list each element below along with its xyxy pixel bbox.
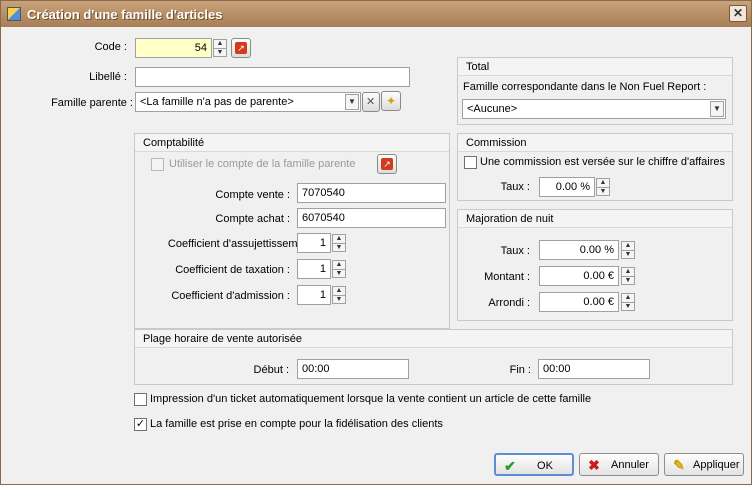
majoration-montant-input[interactable]: 0.00 € xyxy=(539,266,619,286)
spin-down-icon[interactable]: ▼ xyxy=(597,187,609,195)
commission-taux-stepper[interactable]: ▲ ▼ xyxy=(596,178,610,196)
total-title: Total xyxy=(458,58,732,76)
code-action-button[interactable]: ↗ xyxy=(231,38,251,58)
plage-title: Plage horaire de vente autorisée xyxy=(135,330,732,348)
spin-down-icon[interactable]: ▼ xyxy=(333,269,345,277)
code-input[interactable]: 54 xyxy=(135,38,212,58)
spin-up-icon[interactable]: ▲ xyxy=(333,235,345,243)
pin-icon: ↗ xyxy=(381,158,393,170)
commission-checkbox[interactable] xyxy=(464,156,477,169)
wand-button[interactable]: ✦ xyxy=(381,91,401,111)
code-label: Code : xyxy=(94,41,127,53)
majoration-arrondi-label: Arrondi : xyxy=(488,297,530,309)
window-title: Création d'une famille d'articles xyxy=(27,7,223,22)
compte-achat-label: Compte achat : xyxy=(215,213,290,225)
total-group: Total Famille correspondante dans le Non… xyxy=(457,57,733,125)
commission-taux-input[interactable]: 0.00 % xyxy=(539,177,595,197)
commission-title: Commission xyxy=(458,134,732,152)
coef-assujettissement-label: Coefficient d'assujettissement : xyxy=(167,238,319,250)
majoration-group: Majoration de nuit Taux : 0.00 % ▲ ▼ Mon… xyxy=(457,209,733,321)
comptabilite-action-button[interactable]: ↗ xyxy=(377,154,397,174)
famille-parente-select[interactable]: <La famille n'a pas de parente> xyxy=(135,92,361,112)
wand-icon: ✦ xyxy=(386,94,397,108)
title-bar[interactable]: Création d'une famille d'articles ✕ xyxy=(1,1,751,27)
dialog-content: Code : 54 ▲ ▼ ↗ Libellé : Famille parent… xyxy=(1,27,751,484)
coef-taxation-input[interactable]: 1 xyxy=(297,259,331,279)
clear-icon: ✕ xyxy=(366,96,376,108)
fidelisation-checkbox[interactable]: ✓ xyxy=(134,418,147,431)
majoration-montant-label: Montant : xyxy=(484,271,530,283)
majoration-arrondi-stepper[interactable]: ▲ ▼ xyxy=(621,293,635,311)
app-icon xyxy=(7,7,21,21)
spin-up-icon[interactable]: ▲ xyxy=(622,294,634,302)
annuler-label: Annuler xyxy=(611,459,649,471)
plage-horaire-group: Plage horaire de vente autorisée Début :… xyxy=(134,329,733,385)
fidelisation-label: La famille est prise en compte pour la f… xyxy=(150,418,443,430)
majoration-arrondi-input[interactable]: 0.00 € xyxy=(539,292,619,312)
chevron-down-icon[interactable]: ▼ xyxy=(345,94,359,110)
ok-button[interactable]: ✔ OK xyxy=(494,453,574,476)
commission-checkbox-label: Une commission est versée sur le chiffre… xyxy=(480,156,726,168)
pin-icon: ↗ xyxy=(235,42,247,54)
ok-label: OK xyxy=(537,460,553,472)
compte-vente-label: Compte vente : xyxy=(215,189,290,201)
majoration-montant-stepper[interactable]: ▲ ▼ xyxy=(621,267,635,285)
total-select[interactable]: <Aucune> xyxy=(462,99,726,119)
spin-up-icon[interactable]: ▲ xyxy=(622,268,634,276)
majoration-taux-label: Taux : xyxy=(500,245,530,257)
cancel-icon: ✖ xyxy=(588,457,600,473)
spin-down-icon[interactable]: ▼ xyxy=(622,276,634,284)
comptabilite-group: Comptabilité Utiliser le compte de la fa… xyxy=(134,133,450,329)
compte-vente-input[interactable]: 7070540 xyxy=(297,183,446,203)
annuler-button[interactable]: ✖ Annuler xyxy=(579,453,659,476)
debut-input[interactable]: 00:00 xyxy=(297,359,409,379)
coef-assujettissement-stepper[interactable]: ▲ ▼ xyxy=(332,234,346,252)
majoration-taux-input[interactable]: 0.00 % xyxy=(539,240,619,260)
use-parent-checkbox[interactable] xyxy=(151,158,164,171)
coef-admission-label: Coefficient d'admission : xyxy=(171,290,290,302)
coef-assujettissement-input[interactable]: 1 xyxy=(297,233,331,253)
libelle-input[interactable] xyxy=(135,67,410,87)
comptabilite-title: Comptabilité xyxy=(135,134,449,152)
dialog-window: Création d'une famille d'articles ✕ Code… xyxy=(0,0,752,485)
coef-taxation-label: Coefficient de taxation : xyxy=(175,264,290,276)
fin-input[interactable]: 00:00 xyxy=(538,359,650,379)
impression-checkbox[interactable] xyxy=(134,393,147,406)
spin-down-icon[interactable]: ▼ xyxy=(333,295,345,303)
commission-group: Commission Une commission est versée sur… xyxy=(457,133,733,201)
wand-icon: ✎ xyxy=(673,457,685,473)
spin-down-icon[interactable]: ▼ xyxy=(622,302,634,310)
code-stepper[interactable]: ▲ ▼ xyxy=(213,39,227,57)
close-button[interactable]: ✕ xyxy=(729,5,747,22)
appliquer-button[interactable]: ✎ Appliquer xyxy=(664,453,744,476)
spin-up-icon[interactable]: ▲ xyxy=(214,40,226,48)
spin-up-icon[interactable]: ▲ xyxy=(333,287,345,295)
coef-taxation-stepper[interactable]: ▲ ▼ xyxy=(332,260,346,278)
checkmark-icon: ✔ xyxy=(504,458,516,474)
use-parent-label: Utiliser le compte de la famille parente xyxy=(169,158,356,170)
appliquer-label: Appliquer xyxy=(693,459,740,471)
impression-label: Impression d'un ticket automatiquement l… xyxy=(150,393,592,405)
majoration-taux-stepper[interactable]: ▲ ▼ xyxy=(621,241,635,259)
commission-taux-label: Taux : xyxy=(500,181,530,193)
chevron-down-icon[interactable]: ▼ xyxy=(710,101,724,117)
compte-achat-input[interactable]: 6070540 xyxy=(297,208,446,228)
spin-up-icon[interactable]: ▲ xyxy=(597,179,609,187)
debut-label: Début : xyxy=(253,364,289,376)
majoration-title: Majoration de nuit xyxy=(458,210,732,228)
famille-parente-label: Famille parente : xyxy=(51,97,133,109)
coef-admission-stepper[interactable]: ▲ ▼ xyxy=(332,286,346,304)
fin-label: Fin : xyxy=(509,364,531,376)
libelle-label: Libellé : xyxy=(89,71,127,83)
coef-admission-input[interactable]: 1 xyxy=(297,285,331,305)
spin-down-icon[interactable]: ▼ xyxy=(214,48,226,56)
total-label: Famille correspondante dans le Non Fuel … xyxy=(463,81,707,93)
spin-up-icon[interactable]: ▲ xyxy=(333,261,345,269)
spin-down-icon[interactable]: ▼ xyxy=(622,250,634,258)
spin-up-icon[interactable]: ▲ xyxy=(622,242,634,250)
clear-parent-button[interactable]: ✕ xyxy=(362,92,380,112)
spin-down-icon[interactable]: ▼ xyxy=(333,243,345,251)
